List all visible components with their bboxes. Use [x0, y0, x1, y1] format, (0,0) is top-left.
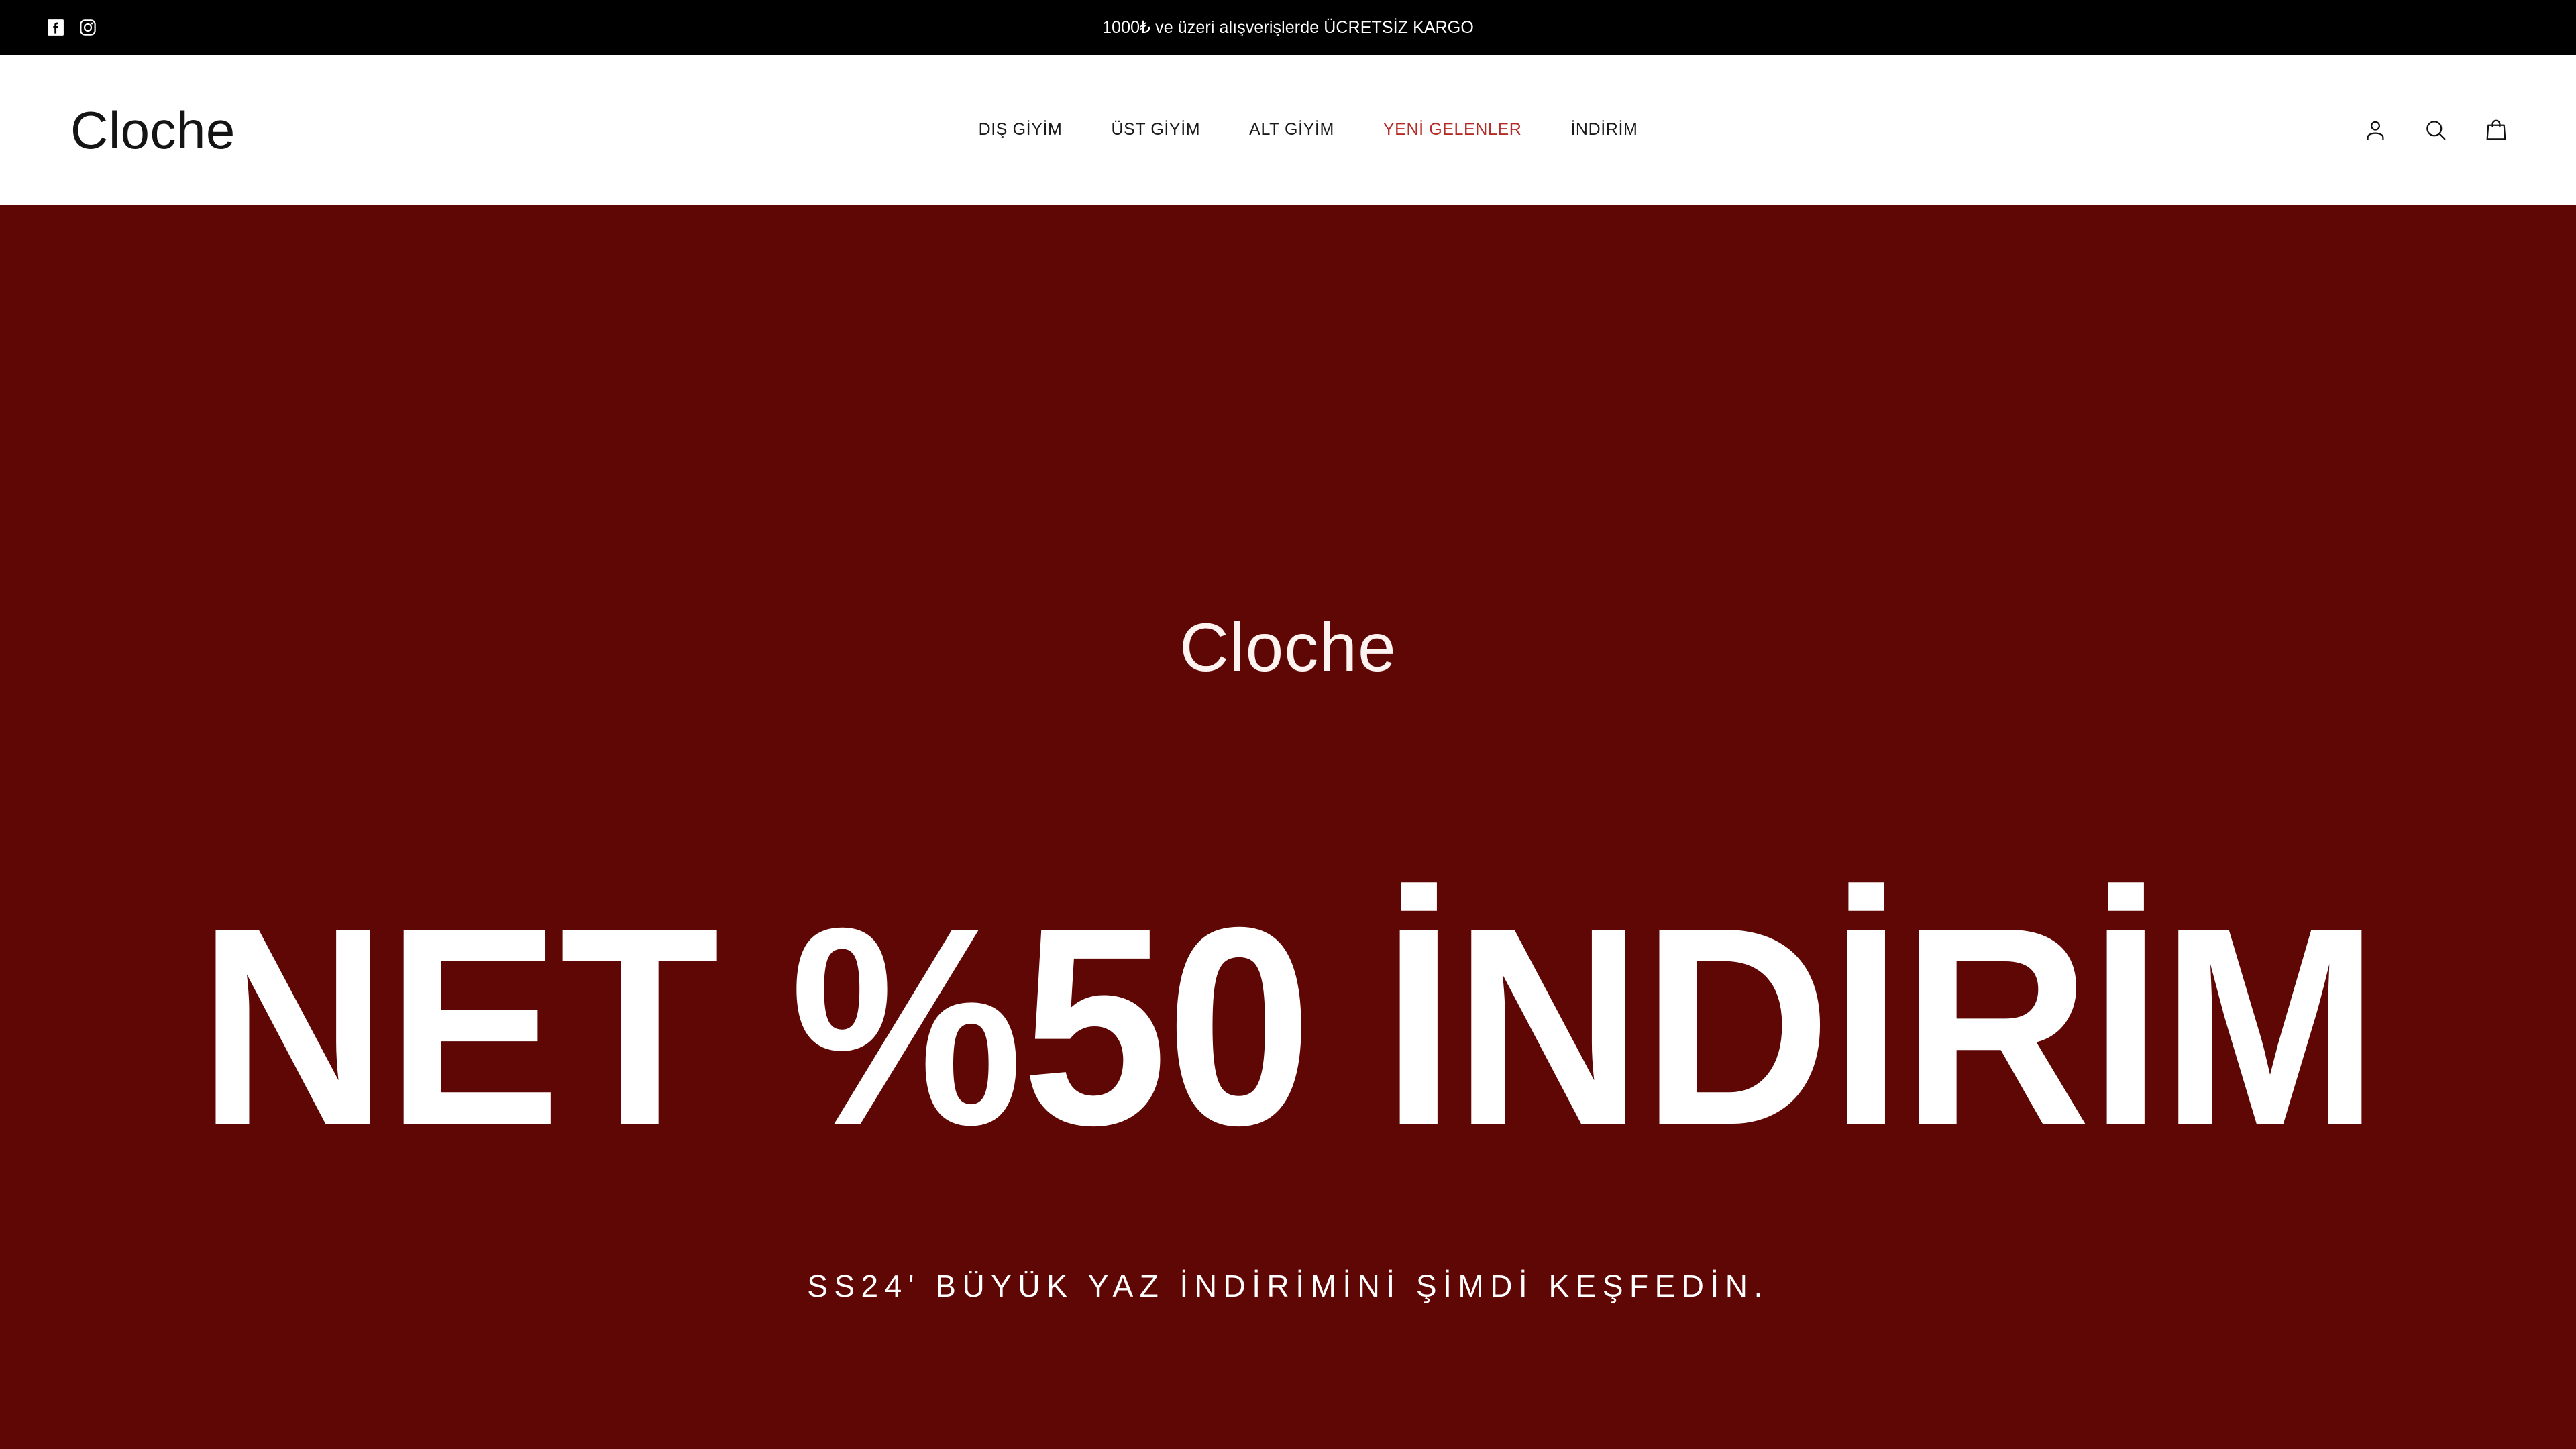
main-navigation: DIŞ GİYİM ÜST GİYİM ALT GİYİM YENİ GELEN… — [938, 120, 1638, 140]
site-header: Cloche DIŞ GİYİM ÜST GİYİM ALT GİYİM YEN… — [0, 55, 2576, 205]
cart-icon[interactable] — [2483, 117, 2509, 143]
hero-headline: NET %50 İNDİRİM — [198, 869, 2379, 1184]
hero-subtitle: SS24' BÜYÜK YAZ İNDİRİMİNİ ŞİMDİ KEŞFEDİ… — [807, 1269, 1769, 1303]
nav-item-alt-giyim[interactable]: ALT GİYİM — [1249, 120, 1334, 140]
site-logo[interactable]: Cloche — [70, 104, 235, 156]
social-links — [47, 19, 97, 36]
nav-item-dis-giyim[interactable]: DIŞ GİYİM — [979, 120, 1063, 140]
hero-brand-wordmark: Cloche — [1179, 609, 1397, 686]
header-actions — [2363, 117, 2509, 143]
search-icon[interactable] — [2423, 117, 2449, 143]
announcement-bar: 1000₺ ve üzeri alışverişlerde ÜCRETSİZ K… — [0, 0, 2576, 55]
nav-item-ust-giyim[interactable]: ÜST GİYİM — [1111, 120, 1200, 140]
hero-banner: Cloche NET %50 İNDİRİM SS24' BÜYÜK YAZ İ… — [0, 205, 2576, 1449]
nav-item-indirim[interactable]: İNDİRİM — [1570, 120, 1638, 140]
account-icon[interactable] — [2363, 117, 2388, 143]
announcement-text: 1000₺ ve üzeri alışverişlerde ÜCRETSİZ K… — [1102, 18, 1474, 37]
nav-item-yeni-gelenler[interactable]: YENİ GELENLER — [1383, 120, 1521, 140]
facebook-icon[interactable] — [47, 19, 64, 36]
instagram-icon[interactable] — [79, 19, 97, 36]
